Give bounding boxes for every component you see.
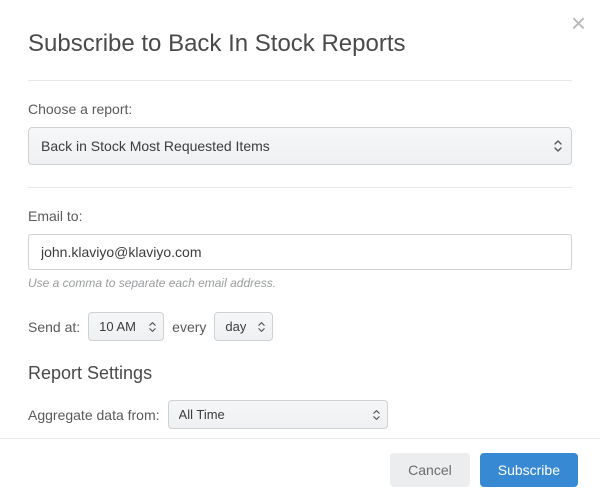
- email-field[interactable]: [28, 234, 572, 270]
- dialog-footer: Cancel Subscribe: [0, 438, 600, 501]
- cancel-button[interactable]: Cancel: [390, 453, 470, 487]
- aggregate-label: Aggregate data from:: [28, 407, 160, 423]
- divider: [28, 80, 572, 81]
- close-icon[interactable]: ×: [571, 10, 586, 36]
- report-label: Choose a report:: [28, 101, 572, 117]
- email-hint: Use a comma to separate each email addre…: [28, 276, 572, 290]
- subscribe-button[interactable]: Subscribe: [480, 453, 578, 487]
- email-section: Email to: Use a comma to separate each e…: [28, 208, 572, 290]
- send-at-label: Send at:: [28, 319, 80, 335]
- settings-heading: Report Settings: [28, 363, 572, 384]
- divider: [28, 187, 572, 188]
- report-select[interactable]: Back in Stock Most Requested Items: [28, 127, 572, 165]
- subscribe-dialog: × Subscribe to Back In Stock Reports Cho…: [0, 0, 600, 429]
- schedule-section: Send at: 10 AM every day: [28, 312, 572, 341]
- time-select[interactable]: 10 AM: [88, 312, 164, 341]
- report-section: Choose a report: Back in Stock Most Requ…: [28, 101, 572, 165]
- aggregate-section: Aggregate data from: All Time: [28, 400, 572, 429]
- dialog-title: Subscribe to Back In Stock Reports: [28, 30, 572, 58]
- every-label: every: [172, 319, 206, 335]
- report-select-wrap: Back in Stock Most Requested Items: [28, 127, 572, 165]
- email-label: Email to:: [28, 208, 572, 224]
- interval-select[interactable]: day: [214, 312, 273, 341]
- aggregate-select[interactable]: All Time: [168, 400, 388, 429]
